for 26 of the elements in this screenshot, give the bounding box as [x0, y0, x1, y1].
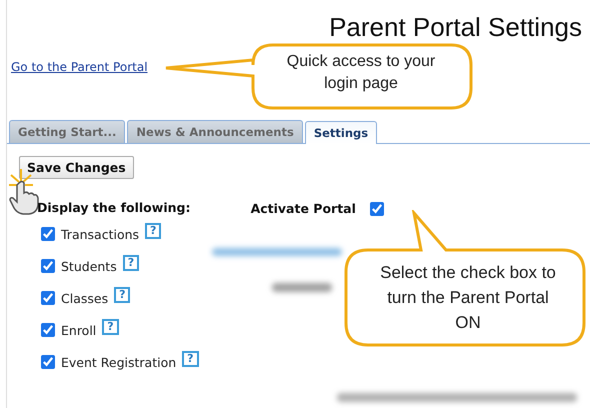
page-title: Parent Portal Settings: [329, 12, 582, 43]
help-icon[interactable]: ?: [182, 351, 199, 367]
checkbox[interactable]: [41, 323, 55, 337]
option-label: Students: [61, 258, 117, 274]
activate-portal-label: Activate Portal: [250, 201, 356, 216]
option-label: Event Registration: [61, 354, 176, 370]
help-icon[interactable]: ?: [122, 255, 140, 271]
callout-text: Quick access to your login page: [286, 52, 436, 94]
tab[interactable]: Getting Start...: [9, 120, 126, 143]
checkbox[interactable]: [41, 227, 55, 241]
help-icon[interactable]: ?: [102, 319, 119, 335]
tab[interactable]: News & Announcements: [127, 120, 303, 143]
callout-text: Select the check box to turn the Parent Portal ON: [379, 262, 557, 334]
checkbox[interactable]: [41, 259, 55, 273]
option-label: Enroll: [61, 322, 96, 338]
option-label: Classes: [61, 290, 108, 306]
activate-portal-checkbox[interactable]: [370, 202, 384, 216]
display-heading: Display the following:: [37, 200, 190, 215]
checkbox[interactable]: [41, 355, 55, 369]
tab[interactable]: Settings: [304, 121, 378, 144]
option-label: Transactions: [61, 226, 140, 242]
help-icon[interactable]: ?: [114, 287, 130, 303]
portal-link[interactable]: Go to the Parent Portal: [11, 60, 148, 74]
checkbox[interactable]: [41, 291, 55, 305]
save-changes-button[interactable]: Save Changes: [19, 156, 134, 179]
help-icon[interactable]: ?: [145, 223, 162, 239]
